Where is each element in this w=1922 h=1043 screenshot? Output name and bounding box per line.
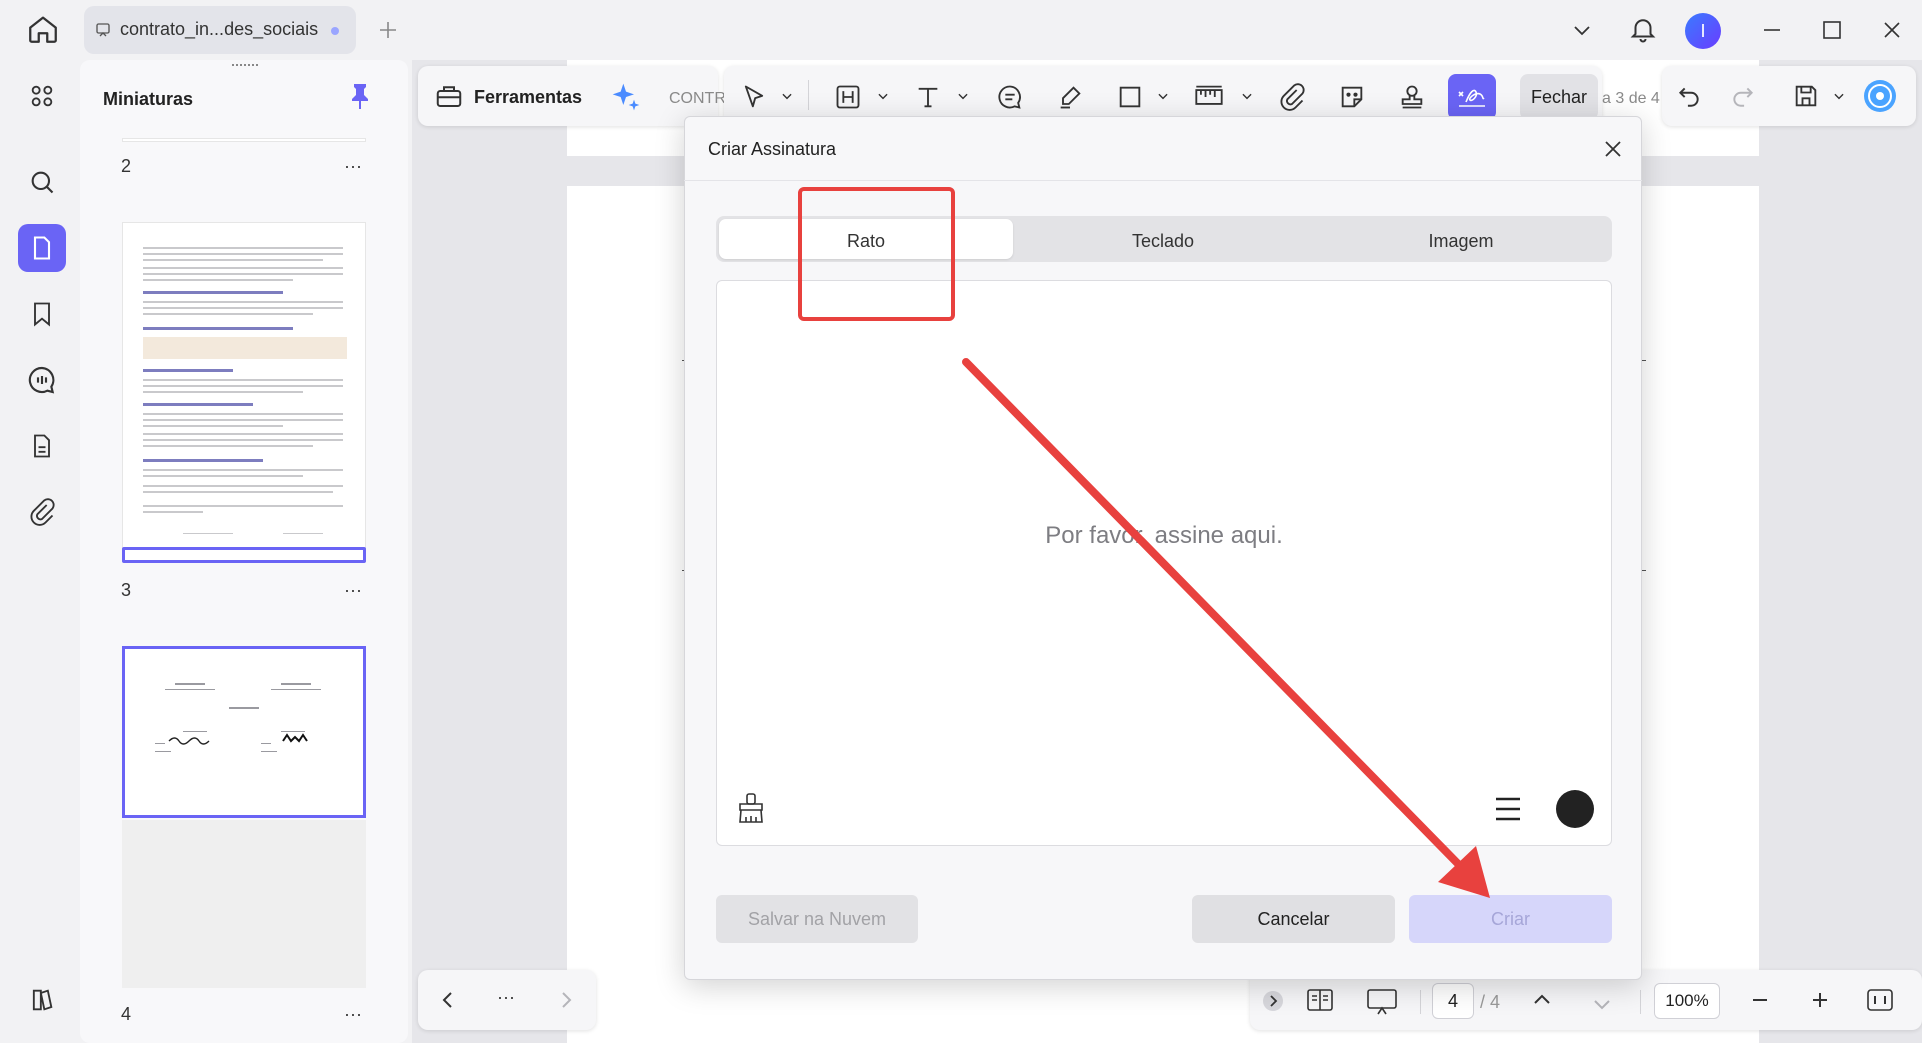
thumbnail-page-2-edge[interactable]	[122, 138, 366, 142]
save-to-cloud-button[interactable]: Salvar na Nuvem	[716, 895, 918, 943]
panel-title: Miniaturas	[103, 89, 194, 109]
doc-name-partial: CONTR	[669, 90, 726, 107]
close-tool-button[interactable]: Fechar	[1520, 74, 1598, 120]
page-number-4: 4	[121, 1004, 132, 1024]
dialog-header-divider	[684, 180, 1642, 181]
comments-icon[interactable]	[26, 364, 58, 396]
actual-size-icon[interactable]	[1866, 988, 1894, 1012]
select-cursor-icon[interactable]	[740, 83, 768, 111]
close-icon[interactable]	[1601, 137, 1625, 161]
new-tab-plus-icon[interactable]	[376, 18, 400, 42]
unsaved-indicator	[331, 27, 339, 35]
zoom-level-input[interactable]: 100%	[1654, 983, 1720, 1019]
expand-arrow-icon[interactable]	[1262, 990, 1284, 1012]
nav-more-button[interactable]: ···	[497, 987, 515, 1008]
presentation-icon[interactable]	[1366, 988, 1398, 1016]
toolbar-divider	[808, 80, 809, 110]
page-indicator-partial: a 3 de 4	[1602, 90, 1660, 107]
tools-label[interactable]: Ferramentas	[474, 87, 582, 108]
bell-icon[interactable]	[1628, 14, 1658, 44]
panel-drag-handle[interactable]	[232, 64, 258, 68]
dialog-title: Criar Assinatura	[708, 139, 837, 159]
sticker-icon[interactable]	[1338, 83, 1366, 111]
ai-assistant-icon[interactable]	[1862, 78, 1898, 114]
page-3-more-button[interactable]: ···	[344, 580, 362, 601]
measure-dropdown-icon[interactable]	[1240, 89, 1254, 103]
create-button[interactable]: Criar	[1409, 895, 1612, 943]
measure-icon[interactable]	[1194, 83, 1224, 111]
heading-icon[interactable]	[834, 83, 862, 111]
document-tab-title[interactable]: contrato_in...des_sociais	[120, 19, 318, 40]
page-number-2: 2	[121, 156, 132, 176]
paperclip-icon[interactable]	[1278, 83, 1306, 111]
search-icon[interactable]	[28, 168, 56, 196]
ink-color-swatch[interactable]	[1556, 790, 1594, 828]
grid-icon[interactable]	[28, 82, 56, 110]
document-tab-icon	[94, 21, 112, 39]
tab-image[interactable]: Imagem	[1314, 231, 1608, 252]
total-pages: / 4	[1480, 992, 1501, 1012]
home-icon[interactable]	[26, 12, 60, 46]
left-rail	[0, 60, 80, 1043]
crop-mark	[1642, 360, 1646, 361]
select-dropdown-icon[interactable]	[780, 89, 794, 103]
redo-icon[interactable]	[1730, 83, 1756, 109]
zoom-out-icon[interactable]	[1748, 988, 1772, 1012]
page-number-input[interactable]: 4	[1432, 983, 1474, 1019]
page-number-3: 3	[121, 580, 132, 600]
forms-icon[interactable]	[28, 432, 56, 460]
page-2-more-button[interactable]: ···	[344, 156, 362, 177]
pages-icon[interactable]	[28, 234, 56, 262]
thumbnail-page-3[interactable]	[122, 222, 366, 562]
layers-icon[interactable]	[28, 986, 56, 1014]
signature-placeholder: Por favor, assine aqui.	[1045, 522, 1283, 549]
heading-dropdown-icon[interactable]	[876, 89, 890, 103]
highlighter-icon[interactable]	[1056, 83, 1084, 111]
signature-icon[interactable]	[1456, 82, 1488, 112]
shape-dropdown-icon[interactable]	[1156, 89, 1170, 103]
previous-page-icon[interactable]	[1530, 988, 1554, 1012]
highlight-box	[798, 187, 955, 321]
tab-keyboard[interactable]: Teclado	[1016, 231, 1310, 252]
chevron-down-icon[interactable]	[1570, 18, 1594, 42]
thumbnail-page-4[interactable]	[122, 646, 366, 818]
page-4-more-button[interactable]: ···	[344, 1004, 362, 1025]
next-arrow-icon[interactable]	[554, 988, 578, 1012]
ai-sparkle-icon[interactable]	[610, 81, 642, 113]
rectangle-icon[interactable]	[1116, 83, 1144, 111]
user-avatar[interactable]: I	[1685, 13, 1721, 49]
save-dropdown-icon[interactable]	[1832, 89, 1846, 103]
save-icon[interactable]	[1792, 82, 1820, 110]
close-window-icon[interactable]	[1880, 18, 1904, 42]
stroke-width-icon[interactable]	[1494, 796, 1522, 822]
pin-icon[interactable]	[349, 82, 371, 110]
thumbnail-page-4-lower	[122, 820, 366, 988]
undo-icon[interactable]	[1676, 83, 1702, 109]
text-dropdown-icon[interactable]	[956, 89, 970, 103]
next-page-icon[interactable]	[1590, 992, 1614, 1016]
divider	[1640, 990, 1641, 1014]
divider	[1420, 990, 1421, 1014]
crop-mark	[1642, 570, 1646, 571]
cancel-button[interactable]: Cancelar	[1192, 895, 1395, 943]
stamp-icon[interactable]	[1398, 83, 1426, 111]
thumbnail-page-3-footer-selection	[122, 547, 366, 563]
zoom-in-icon[interactable]	[1808, 988, 1832, 1012]
signature-pad[interactable]	[716, 280, 1612, 846]
comment-icon[interactable]	[996, 83, 1024, 111]
eraser-brush-icon[interactable]	[736, 792, 766, 824]
bookmark-icon[interactable]	[28, 300, 56, 328]
maximize-icon[interactable]	[1820, 18, 1844, 42]
reading-mode-icon[interactable]	[1306, 988, 1334, 1014]
attachment-icon[interactable]	[28, 498, 56, 526]
toolbox-icon[interactable]	[434, 81, 464, 111]
minimize-icon[interactable]	[1760, 18, 1784, 42]
text-icon[interactable]	[914, 83, 942, 111]
previous-arrow-icon[interactable]	[436, 988, 460, 1012]
